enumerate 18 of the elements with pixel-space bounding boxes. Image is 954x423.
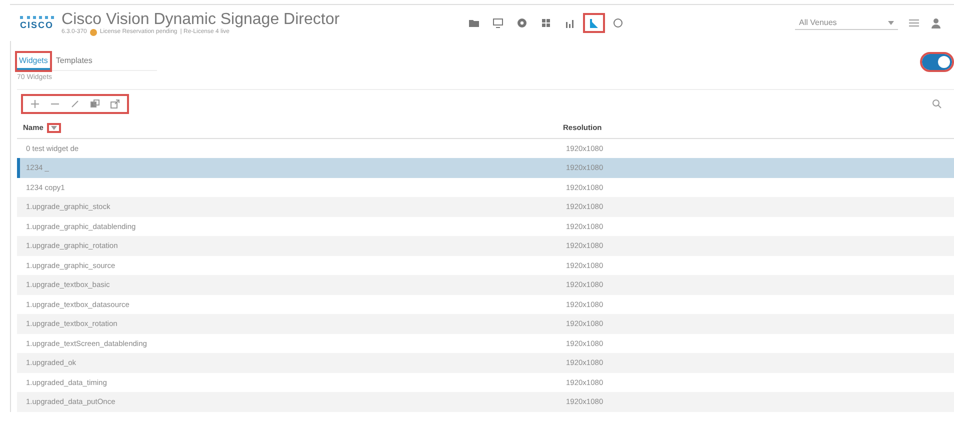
copy-icon[interactable] <box>89 98 101 110</box>
export-icon[interactable] <box>109 98 121 110</box>
warning-dot-icon <box>90 28 97 36</box>
app-title: Cisco Vision Dynamic Signage Director <box>62 10 340 28</box>
caret-icon <box>51 126 58 130</box>
widget-icon[interactable] <box>585 15 603 31</box>
caret-icon <box>888 20 894 24</box>
tab[interactable]: Templates <box>54 53 94 70</box>
add-icon[interactable] <box>29 98 41 110</box>
sort-button[interactable] <box>47 122 62 133</box>
search-icon[interactable] <box>932 99 942 109</box>
menu-icon[interactable] <box>908 17 920 29</box>
venue-dropdown[interactable]: All Venues <box>795 16 898 30</box>
edit-icon[interactable] <box>69 98 81 110</box>
tab[interactable]: Widgets <box>17 53 50 70</box>
cisco-logo: CISCO <box>20 16 54 30</box>
user-icon[interactable] <box>930 17 942 29</box>
view-toggle[interactable] <box>922 54 952 70</box>
